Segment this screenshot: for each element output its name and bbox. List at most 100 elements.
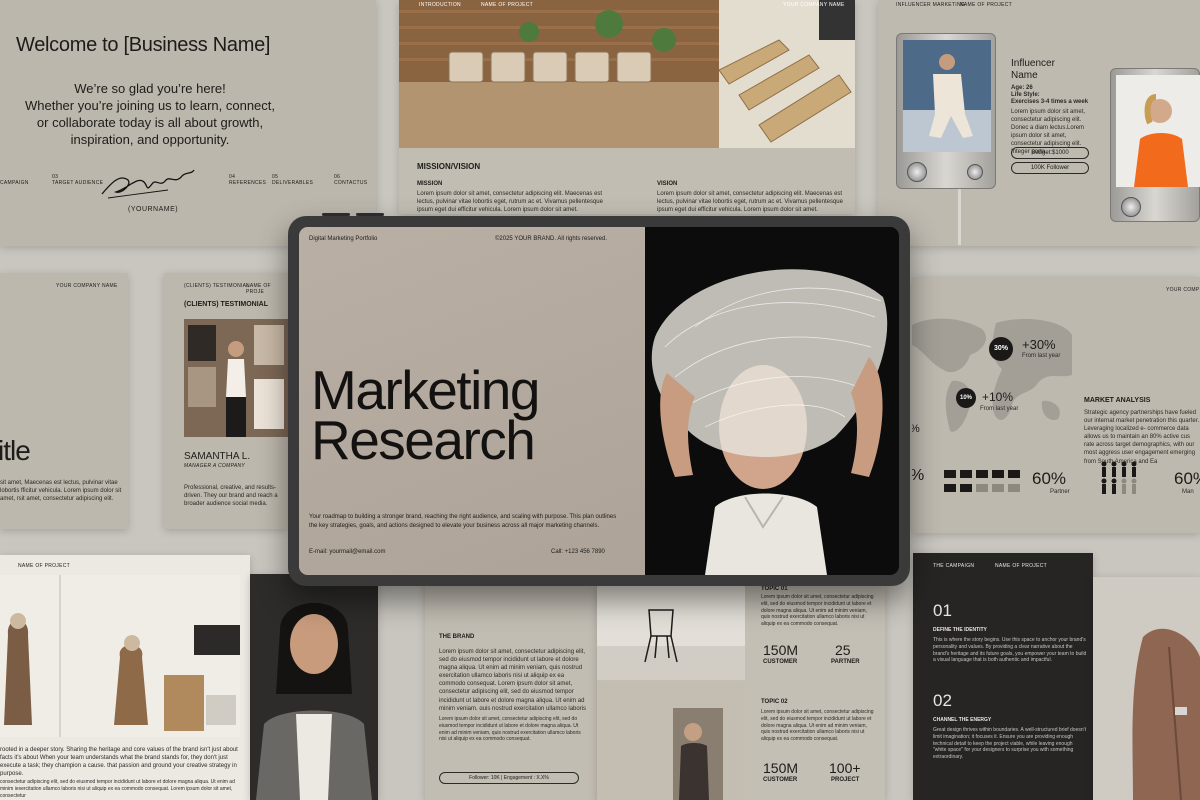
camera-device-2 (1110, 68, 1200, 222)
stat-value-30: +30% (1022, 337, 1056, 352)
campaign-header-mid: NAME OF PROJECT (995, 563, 1048, 569)
stat-label-30: From last year (1022, 353, 1061, 359)
man-label: Man (1182, 489, 1194, 495)
welcome-nav-item[interactable]: 03 TARGET AUDIENCE (52, 174, 103, 186)
welcome-line: Whether you’re joining us to learn, conn… (24, 98, 276, 113)
influencer-exercise: Exercises 3-4 times a week (1011, 99, 1089, 105)
testimonial-header-mid: NAME OF PROJE (246, 283, 271, 295)
stat-25: 25 (835, 642, 851, 658)
campaign-num-2: 02 (933, 691, 952, 710)
man-pct: 60% (1174, 469, 1200, 488)
mission-slide: INTRODUCTION NAME OF PROJECT YOUR COMPAN… (399, 0, 855, 214)
brand-body-2: Lorem ipsum dolor sit amet, consectetur … (439, 716, 581, 743)
coat-photo (1093, 577, 1200, 800)
hero-portfolio-label: Digital Marketing Portfolio (309, 236, 378, 242)
story-body-2: consectetur adipiscing elit, sed do eius… (0, 779, 235, 799)
interior-photo (0, 575, 240, 737)
auditorium-photo (399, 0, 719, 148)
chair-row-photo (719, 0, 855, 148)
partner-label: Partner (1050, 489, 1070, 495)
influencer-header-left: INFLUENCER MARKETING (896, 2, 966, 8)
hero-title: Marketing Research (311, 359, 540, 471)
mission-col1-body: Lorem ipsum dolor sit amet, consectetur … (417, 191, 603, 214)
mission-title: MISSION/VISION (417, 162, 481, 171)
mission-col2-body: Lorem ipsum dolor sit amet, consectetur … (657, 191, 843, 214)
welcome-title: Welcome to [Business Name] (16, 34, 271, 56)
stat-value-10: +10% (982, 390, 1014, 404)
signature-graphic (98, 162, 198, 202)
influencer-name: Influencer Name (1011, 58, 1055, 81)
testimonial-slide: (CLIENTS) TESTIMONIAL NAME OF PROJE (CLI… (164, 273, 288, 529)
coat-photo-panel (1093, 577, 1200, 800)
hero-title-line-1: Marketing (311, 359, 540, 421)
stat-badge-30: 30% (989, 337, 1013, 361)
campaign-header-left: THE CAMPAIGN (933, 563, 975, 569)
testimonial-name: SAMANTHA L. (184, 451, 251, 462)
company-left-header: YOUR COMPANY NAME (56, 283, 118, 289)
mission-col2-title: VISION (657, 181, 678, 187)
market-body: Strategic agency partnerships have fuele… (1084, 410, 1200, 465)
market-header: YOUR COMP (1166, 287, 1200, 293)
welcome-nav-item[interactable]: 05 DELIVERABLES (272, 174, 313, 186)
story-header: NAME OF PROJECT (18, 563, 71, 569)
tablet-screen: Digital Marketing Portfolio ©2025 YOUR B… (299, 227, 899, 575)
welcome-line: We’re so glad you’re here! (74, 81, 226, 96)
market-slide: YOUR COMP 30% +30% From last year 10% +1… (912, 277, 1200, 533)
left-pct-label-2: % (912, 467, 924, 485)
testimonial-role: MANAGER A COMPANY (184, 463, 246, 469)
brand-title: THE BRAND (439, 634, 475, 640)
budget-pill: Budget:$1000 (1011, 147, 1089, 159)
hero-title-line-2: Research (311, 409, 536, 471)
mission-header-right: YOUR COMPANY NAME (783, 2, 845, 8)
welcome-slide: Welcome to [Business Name] We’re so glad… (0, 0, 376, 246)
nav-label: CAMPAIGN (0, 180, 29, 186)
stat-150m-1: 150M (763, 642, 799, 658)
topic1-title: TOPIC 01 (761, 586, 788, 592)
campaign-num-1: 01 (933, 601, 952, 620)
hero-email[interactable]: E-mail: yourmail@email.com (309, 549, 385, 555)
portrait-panel (250, 574, 378, 800)
welcome-nav-item[interactable]: 06 CONTACTUS (334, 174, 367, 186)
welcome-nav-item[interactable]: CAMPAIGN (0, 180, 29, 186)
testimonial-photo (184, 319, 288, 437)
mission-header-mid: NAME OF PROJECT (481, 2, 534, 8)
campaign-body-1: This is where the story begins. Use this… (933, 637, 1087, 664)
hero-phone[interactable]: Call: +123 456 7890 (551, 549, 605, 555)
partner-pct: 60% (1032, 469, 1067, 488)
camera-device-1 (896, 33, 996, 189)
nav-label: CONTACTUS (334, 180, 368, 186)
welcome-lines: We’re so glad you’re here! Whether you’r… (0, 80, 300, 148)
nav-label: TARGET AUDIENCE (52, 180, 104, 186)
stat-partner: PARTNER (831, 659, 860, 665)
portrait-photo (250, 574, 378, 800)
mission-header-left: INTRODUCTION (419, 2, 461, 8)
welcome-line: or collaborate today is all about growth… (36, 115, 264, 130)
your-name-label: (YOURNAME) (128, 206, 179, 213)
chair-photo (597, 586, 745, 680)
campaign-slide: THE CAMPAIGN NAME OF PROJECT 01 DEFINE T… (913, 553, 1093, 800)
nav-label: DELIVERABLES (272, 180, 314, 186)
tablet-device: Digital Marketing Portfolio ©2025 YOUR B… (288, 213, 910, 586)
topic2-body: Lorem ipsum dolor sit amet, consectetur … (761, 709, 874, 742)
briefcase-icons (944, 467, 1024, 495)
world-map-graphic (912, 305, 1072, 445)
story-body-1: rooted in a deeper story. Sharing the he… (0, 747, 238, 776)
camera-dial-icon (907, 162, 927, 182)
brand-slide: THE BRAND Lorem ipsum dolor sit amet, co… (425, 574, 597, 800)
stat-customer-2: CUSTOMER (763, 777, 798, 783)
stat-customer-1: CUSTOMER (763, 659, 798, 665)
hero-copyright: ©2025 YOUR BRAND. All rights reserved. (495, 236, 608, 242)
camera-dial-icon (967, 164, 983, 180)
stat-badge-10: 10% (956, 388, 976, 408)
stat-label-10: From last year (980, 406, 1019, 412)
welcome-nav-item[interactable]: 04 REFERENCES (229, 174, 266, 186)
person-icons (1100, 461, 1148, 497)
tablet-button (356, 213, 384, 216)
campaign-title-2: CHANNEL THE ENERGY (933, 717, 992, 723)
market-title: MARKET ANALYSIS (1084, 397, 1151, 404)
followers-pill: 100K Follower (1011, 162, 1089, 174)
mission-col1-title: MISSION (417, 181, 443, 187)
brand-follower-pill: Follower: 10K | Engagement : X.X% (439, 772, 579, 784)
camera-dial-icon (1121, 197, 1141, 217)
hero-description: Your roadmap to building a stronger bran… (309, 514, 617, 529)
